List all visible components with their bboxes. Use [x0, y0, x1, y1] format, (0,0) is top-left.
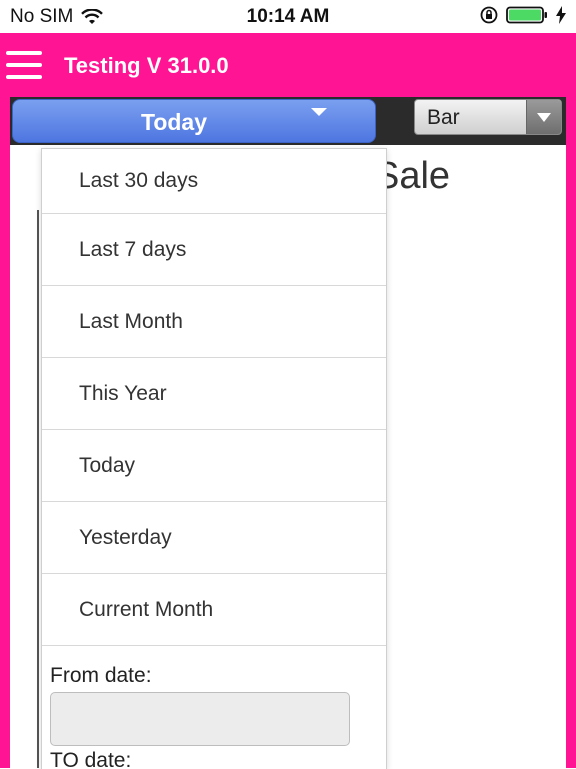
orientation-lock-icon [480, 6, 498, 24]
app-bar: Testing V 31.0.0 [0, 33, 576, 97]
from-date-field[interactable] [50, 692, 350, 746]
app-title: Testing V 31.0.0 [64, 53, 229, 78]
date-range-selected-label: Today [140, 109, 208, 135]
dropdown-option-this-year[interactable]: This Year [42, 358, 386, 430]
dropdown-caret-icon [311, 108, 327, 116]
carrier-label: No SIM [10, 6, 74, 27]
date-range-dropdown: Last 30 days Last 7 days Last Month This… [41, 148, 387, 769]
dropdown-option-yesterday[interactable]: Yesterday [42, 502, 386, 574]
dropdown-option-today[interactable]: Today [42, 430, 386, 502]
status-left: No SIM [10, 6, 104, 28]
wifi-icon [81, 9, 104, 24]
battery-icon [506, 6, 547, 24]
to-date-label: TO date: [50, 749, 132, 769]
filter-toolbar: Today Bar [10, 97, 566, 145]
charging-bolt-icon [556, 6, 566, 24]
status-right [480, 6, 566, 24]
dropdown-option-current-month[interactable]: Current Month [42, 574, 386, 646]
hamburger-menu-icon[interactable] [6, 51, 42, 79]
chevron-down-icon[interactable] [526, 100, 561, 134]
status-bar: 10:14 AM No SIM [0, 0, 576, 33]
chart-type-select[interactable]: Bar [414, 99, 562, 135]
from-date-label: From date: [50, 664, 152, 687]
chart-type-selected-label: Bar [427, 106, 460, 129]
dropdown-option-last-30-days[interactable]: Last 30 days [42, 149, 386, 214]
dropdown-option-last-7-days[interactable]: Last 7 days [42, 214, 386, 286]
dropdown-option-last-month[interactable]: Last Month [42, 286, 386, 358]
date-range-select[interactable]: Today [12, 99, 376, 143]
chart-axis-line [37, 210, 39, 768]
